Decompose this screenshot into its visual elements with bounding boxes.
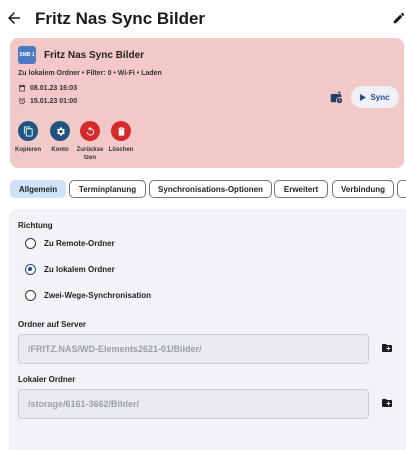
create-folder-icon[interactable]	[381, 342, 393, 354]
card-title: Fritz Nas Sync Bilder	[44, 50, 145, 61]
sync-button[interactable]: Sync	[351, 86, 399, 108]
arrow-back-icon[interactable]	[5, 8, 23, 28]
tab-overflow[interactable]	[397, 180, 406, 198]
copy-label: Kopieren	[14, 147, 41, 153]
reset-button[interactable]: Zurückse tzen	[74, 121, 106, 162]
next-sync-date: 15.01.23 01:00	[30, 97, 78, 105]
radio-to-remote[interactable]: Zu Remote-Ordner	[25, 238, 115, 249]
top-app-bar: Fritz Nas Sync Bilder	[0, 0, 406, 38]
delete-button-circle	[111, 121, 131, 141]
delete-button[interactable]: Löschen	[105, 121, 137, 154]
delete-label: Löschen	[108, 147, 134, 153]
radio-button-selected[interactable]	[25, 264, 36, 275]
account-button[interactable]: Konto	[44, 121, 76, 154]
tab-scheduling[interactable]: Terminplanung	[69, 180, 146, 198]
reset-label: Zurückse tzen	[76, 147, 104, 161]
tab-bar: Allgemein Terminplanung Synchronisations…	[0, 180, 406, 198]
settings-icon	[56, 126, 65, 136]
card-meta: Zu lokalem Ordner • Filter: 0 • Wi-Fi • …	[18, 70, 162, 77]
radio-button[interactable]	[25, 238, 36, 249]
sync-button-label: Sync	[370, 92, 390, 102]
pencil-icon[interactable]	[392, 11, 406, 25]
radio-button[interactable]	[25, 290, 36, 301]
sync-pair-card: SMB 1 Fritz Nas Sync Bilder Zu lokalem O…	[10, 38, 404, 168]
radio-label: Zu lokalem Ordner	[44, 265, 115, 274]
server-folder-field[interactable]: /FRITZ.NAS/WD-Elements2621-01/Bilder/	[18, 334, 369, 364]
play-icon	[360, 93, 367, 101]
direction-label: Richtung	[18, 221, 53, 230]
trash-icon	[117, 126, 125, 136]
local-folder-label: Lokaler Ordner	[18, 375, 76, 384]
sync-history-icon[interactable]	[329, 90, 343, 104]
copy-button[interactable]: Kopieren	[12, 121, 44, 154]
general-settings-panel: Richtung Zu Remote-Ordner Zu lokalem Ord…	[9, 209, 406, 450]
last-sync-date: 08.01.23 16:03	[30, 84, 78, 92]
radio-to-local[interactable]: Zu lokalem Ordner	[25, 264, 115, 275]
account-label: Konto	[51, 147, 69, 153]
last-sync-row: 08.01.23 16:03	[18, 84, 77, 92]
tab-advanced[interactable]: Erweitert	[274, 180, 328, 198]
next-sync-row: 15.01.23 01:00	[18, 97, 77, 105]
reset-button-circle	[80, 121, 100, 141]
copy-button-circle	[18, 121, 38, 141]
radio-label: Zwei-Wege-Synchronisation	[44, 291, 151, 300]
tab-connection[interactable]: Verbindung	[332, 180, 394, 198]
server-folder-label: Ordner auf Server	[18, 320, 87, 329]
local-folder-field[interactable]: /storage/6161-3662/Bilder/	[18, 389, 369, 419]
smb-badge: SMB 1	[18, 46, 36, 64]
alarm-clock-icon	[18, 97, 26, 105]
tab-general[interactable]: Allgemein	[10, 180, 66, 198]
create-folder-icon[interactable]	[381, 397, 393, 409]
copy-icon	[23, 125, 33, 137]
account-button-circle	[50, 121, 70, 141]
radio-label: Zu Remote-Ordner	[44, 239, 115, 248]
tab-sync-options[interactable]: Synchronisations-Optionen	[149, 180, 272, 198]
radio-two-way[interactable]: Zwei-Wege-Synchronisation	[25, 290, 151, 301]
page-title: Fritz Nas Sync Bilder	[35, 9, 206, 28]
reset-icon	[86, 125, 94, 136]
calendar-icon	[19, 84, 25, 92]
